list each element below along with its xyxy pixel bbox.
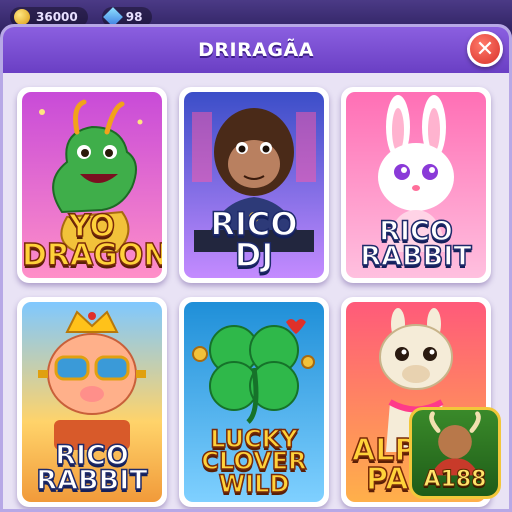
modal-header: DRIRAGÃA ✕ — [3, 27, 509, 73]
card-title: RICO RABBIT — [346, 217, 486, 273]
coin-icon — [14, 9, 30, 25]
game-card-rico-dj[interactable]: RICO DJ — [179, 87, 329, 283]
gem-value: 98 — [125, 10, 143, 24]
badge-text: A188 — [423, 467, 487, 493]
game-card-rico-rabbit-2[interactable]: RICO RABBIT — [17, 297, 167, 507]
card-art: YO DRAGON — [22, 92, 162, 278]
a188-logo-badge: A188 — [409, 407, 501, 499]
card-art: RICO RABBIT — [22, 302, 162, 502]
game-card-lucky-clover-wild[interactable]: LUCKY CLOVER WILD — [179, 297, 329, 507]
card-title: RICO DJ — [184, 207, 324, 274]
game-card-rico-rabbit[interactable]: RICO RABBIT — [341, 87, 491, 283]
title-line-2: DJ — [234, 235, 274, 274]
card-art: LUCKY CLOVER WILD — [184, 302, 324, 502]
title-line-2: DRAGON — [22, 237, 162, 273]
game-card-yo-dragon[interactable]: YO DRAGON — [17, 87, 167, 283]
card-art: RICO RABBIT — [346, 92, 486, 278]
title-line-2: RABBIT — [36, 465, 149, 497]
title-line-2: RABBIT — [360, 241, 473, 273]
close-button[interactable]: ✕ — [467, 31, 503, 67]
card-title: RICO RABBIT — [22, 441, 162, 497]
coin-value: 36000 — [36, 10, 78, 24]
game-select-modal: DRIRAGÃA ✕ YO DRAGON RICO DJ RICO RABBIT… — [0, 24, 512, 512]
card-title: YO DRAGON — [22, 211, 162, 273]
modal-title: DRIRAGÃA — [198, 39, 314, 61]
title-line-3: WILD — [218, 470, 290, 499]
card-title: LUCKY CLOVER WILD — [184, 426, 324, 499]
card-art: RICO DJ — [184, 92, 324, 278]
close-icon: ✕ — [475, 36, 495, 62]
